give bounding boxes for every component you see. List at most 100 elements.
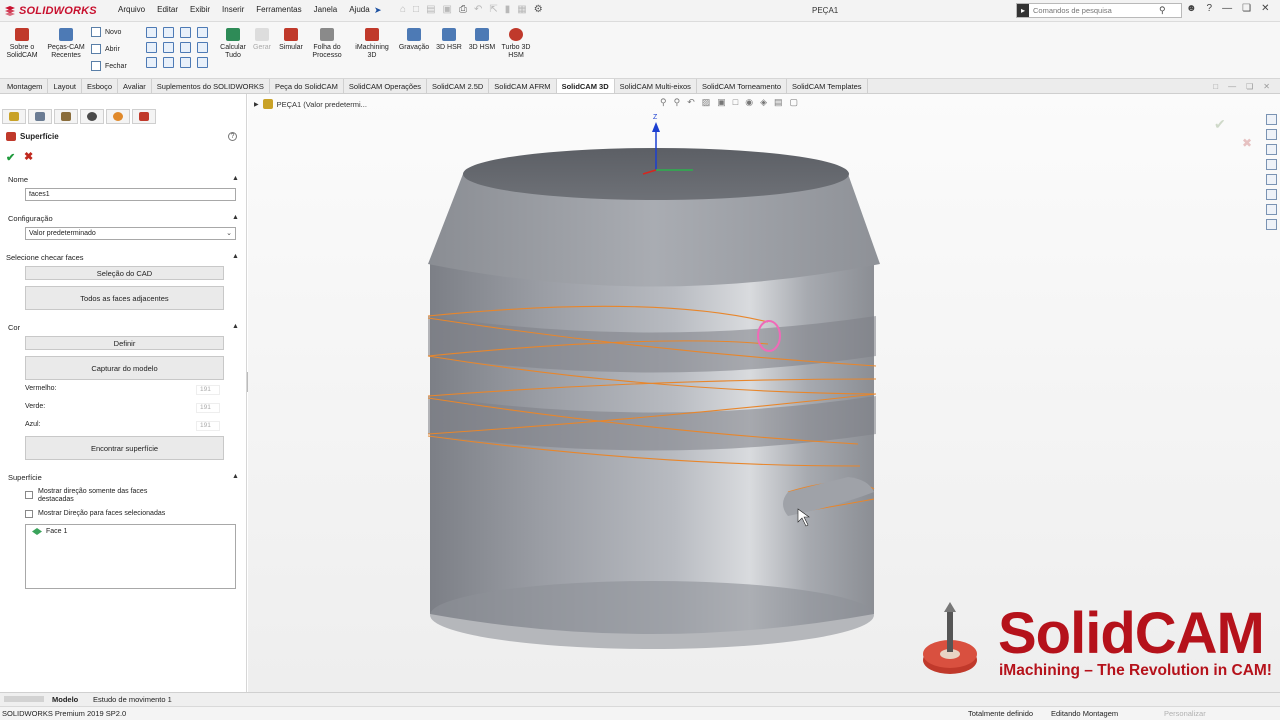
recent-cam-parts-button[interactable]: Peças-CAM Recentes [45, 28, 87, 60]
tab-solidcam-operacoes[interactable]: SolidCAM Operações [344, 79, 428, 93]
home-icon[interactable]: ⌂ [400, 4, 406, 15]
chevron-up-icon[interactable]: ▲ [232, 323, 239, 330]
define-button[interactable]: Definir [25, 336, 224, 350]
chevron-up-icon[interactable]: ▲ [232, 473, 239, 480]
resources-icon[interactable] [1266, 129, 1277, 140]
operation-icon[interactable] [146, 42, 157, 53]
feature-tree-breadcrumb[interactable]: ▶ PEÇA1 (Valor predetermi... [254, 99, 367, 109]
calculate-all-button[interactable]: Calcular Tudo [218, 28, 248, 60]
hide-show-icon[interactable]: ◉ [745, 97, 753, 108]
ok-checkmark-icon[interactable]: ✔ [6, 151, 15, 164]
view-settings-icon[interactable]: ▢ [790, 97, 799, 108]
tab-esboco[interactable]: Esboço [82, 79, 118, 93]
operation-icon[interactable] [180, 57, 191, 68]
show-selected-direction-checkbox[interactable] [25, 510, 33, 518]
rebuild-icon[interactable]: ▮ [505, 4, 511, 15]
search-arrow-icon[interactable]: ▸ [1017, 4, 1029, 17]
about-solidcam-button[interactable]: Sobre o SolidCAM [4, 28, 40, 60]
save-icon[interactable]: ▣ [443, 4, 452, 15]
green-value[interactable]: 191 [196, 403, 220, 413]
tab-solidcam-3d[interactable]: SolidCAM 3D [556, 79, 615, 93]
cancel-x-icon[interactable]: ✖ [24, 150, 33, 163]
search-input[interactable] [1029, 6, 1157, 15]
user-icon[interactable]: ☻ [1186, 3, 1197, 14]
undo-icon[interactable]: ↶ [474, 4, 482, 15]
tab-solidcam-templates[interactable]: SolidCAM Templates [787, 79, 868, 93]
chevron-up-icon[interactable]: ▲ [232, 175, 239, 182]
tab-suplementos[interactable]: Suplementos do SOLIDWORKS [152, 79, 270, 93]
tab-layout[interactable]: Layout [48, 79, 82, 93]
panel-tab-feature-tree[interactable] [2, 109, 26, 124]
custom-props-icon[interactable] [1266, 204, 1277, 215]
panel-tab-display[interactable] [106, 109, 130, 124]
config-select[interactable]: Valor predeterminado ⌄ [25, 227, 236, 240]
tab-avaliar[interactable]: Avaliar [118, 79, 152, 93]
scene-icon[interactable]: ▤ [774, 97, 783, 108]
zoom-fit-icon[interactable]: ⚲ [660, 97, 667, 108]
find-surface-button[interactable]: Encontrar superfície [25, 436, 224, 460]
doc-close-icon[interactable]: ✕ [1263, 82, 1270, 91]
simulate-button[interactable]: Simular [277, 28, 305, 52]
operation-icon[interactable] [146, 27, 157, 38]
panel-tab-dimxpert[interactable] [80, 109, 104, 124]
cad-selection-button[interactable]: Seleção do CAD [25, 266, 224, 280]
graphics-viewport[interactable]: Z ▶ PEÇA1 (Valor predetermi... ⚲ ⚲ ↶ ▨ ▣… [248, 94, 1280, 692]
process-sheet-button[interactable]: Folha do Processo [308, 28, 346, 60]
panel-tab-solidcam[interactable] [132, 109, 156, 124]
operation-icon[interactable] [180, 27, 191, 38]
red-value[interactable]: 191 [196, 385, 220, 395]
selected-faces-list[interactable]: Face 1 [25, 524, 236, 589]
list-item[interactable]: Face 1 [32, 528, 67, 535]
operation-icon[interactable] [163, 42, 174, 53]
operation-icon[interactable] [180, 42, 191, 53]
blue-value[interactable]: 191 [196, 421, 220, 431]
imachining-3d-button[interactable]: iMachining 3D [352, 28, 392, 60]
print-icon[interactable]: ⎙ [459, 4, 467, 15]
tab-peca-solidcam[interactable]: Peça do SolidCAM [270, 79, 344, 93]
turbo-3d-hsm-button[interactable]: Turbo 3D HSM [500, 28, 532, 60]
expand-arrow-icon[interactable]: ▶ [254, 101, 259, 108]
generate-button[interactable]: Gerar [250, 28, 274, 52]
file-explorer-icon[interactable] [1266, 159, 1277, 170]
confirm-ok-corner-icon[interactable]: ✔ [1214, 116, 1226, 133]
operation-icon[interactable] [146, 57, 157, 68]
home-task-icon[interactable] [1266, 114, 1277, 125]
appearances-icon[interactable] [1266, 189, 1277, 200]
restore-icon[interactable]: ❏ [1242, 3, 1251, 14]
operation-icon[interactable] [197, 27, 208, 38]
help-icon[interactable]: ? [1207, 3, 1213, 14]
tab-estudo-movimento[interactable]: Estudo de movimento 1 [93, 695, 172, 704]
design-library-icon[interactable] [1266, 144, 1277, 155]
chevron-up-icon[interactable]: ▲ [232, 214, 239, 221]
menu-ajuda[interactable]: Ajuda [349, 5, 369, 14]
doc-minimize-icon[interactable]: — [1228, 82, 1236, 91]
tab-solidcam-multi-eixos[interactable]: SolidCAM Multi-eixos [615, 79, 697, 93]
zoom-area-icon[interactable]: ⚲ [674, 97, 681, 108]
3d-hsm-button[interactable]: 3D HSM [467, 28, 497, 52]
doc-restore-icon[interactable]: ❏ [1246, 82, 1253, 91]
panel-tab-config[interactable] [54, 109, 78, 124]
minimize-icon[interactable]: — [1222, 3, 1232, 14]
show-highlighted-direction-checkbox[interactable] [25, 491, 33, 499]
tab-montagem[interactable]: Montagem [2, 79, 49, 93]
open-icon[interactable]: ▤ [426, 4, 435, 15]
open-button[interactable]: Abrir [91, 43, 127, 55]
search-icon[interactable]: ⚲ [1159, 5, 1166, 16]
solidworks-logo[interactable]: SOLIDWORKS [4, 3, 97, 19]
close-icon[interactable]: ✕ [1261, 3, 1269, 14]
solidcam-task-icon[interactable] [1266, 219, 1277, 230]
help-question-icon[interactable]: ? [228, 132, 237, 141]
tab-solidcam-torneamento[interactable]: SolidCAM Torneamento [697, 79, 788, 93]
tab-solidcam-2-5d[interactable]: SolidCAM 2.5D [427, 79, 490, 93]
appearance-edit-icon[interactable]: ◈ [760, 97, 767, 108]
view-palette-icon[interactable] [1266, 174, 1277, 185]
confirm-cancel-corner-icon[interactable]: ✖ [1242, 136, 1252, 150]
previous-view-icon[interactable]: ↶ [687, 97, 695, 108]
tab-modelo[interactable]: Modelo [52, 695, 78, 704]
tile-icon[interactable]: □ [1213, 82, 1218, 91]
menu-editar[interactable]: Editar [157, 5, 178, 14]
operation-icon[interactable] [163, 57, 174, 68]
customize-status[interactable]: Personalizar [1164, 709, 1206, 718]
capture-model-button[interactable]: Capturar do modelo [25, 356, 224, 380]
tab-scroll-handle[interactable] [4, 696, 44, 702]
